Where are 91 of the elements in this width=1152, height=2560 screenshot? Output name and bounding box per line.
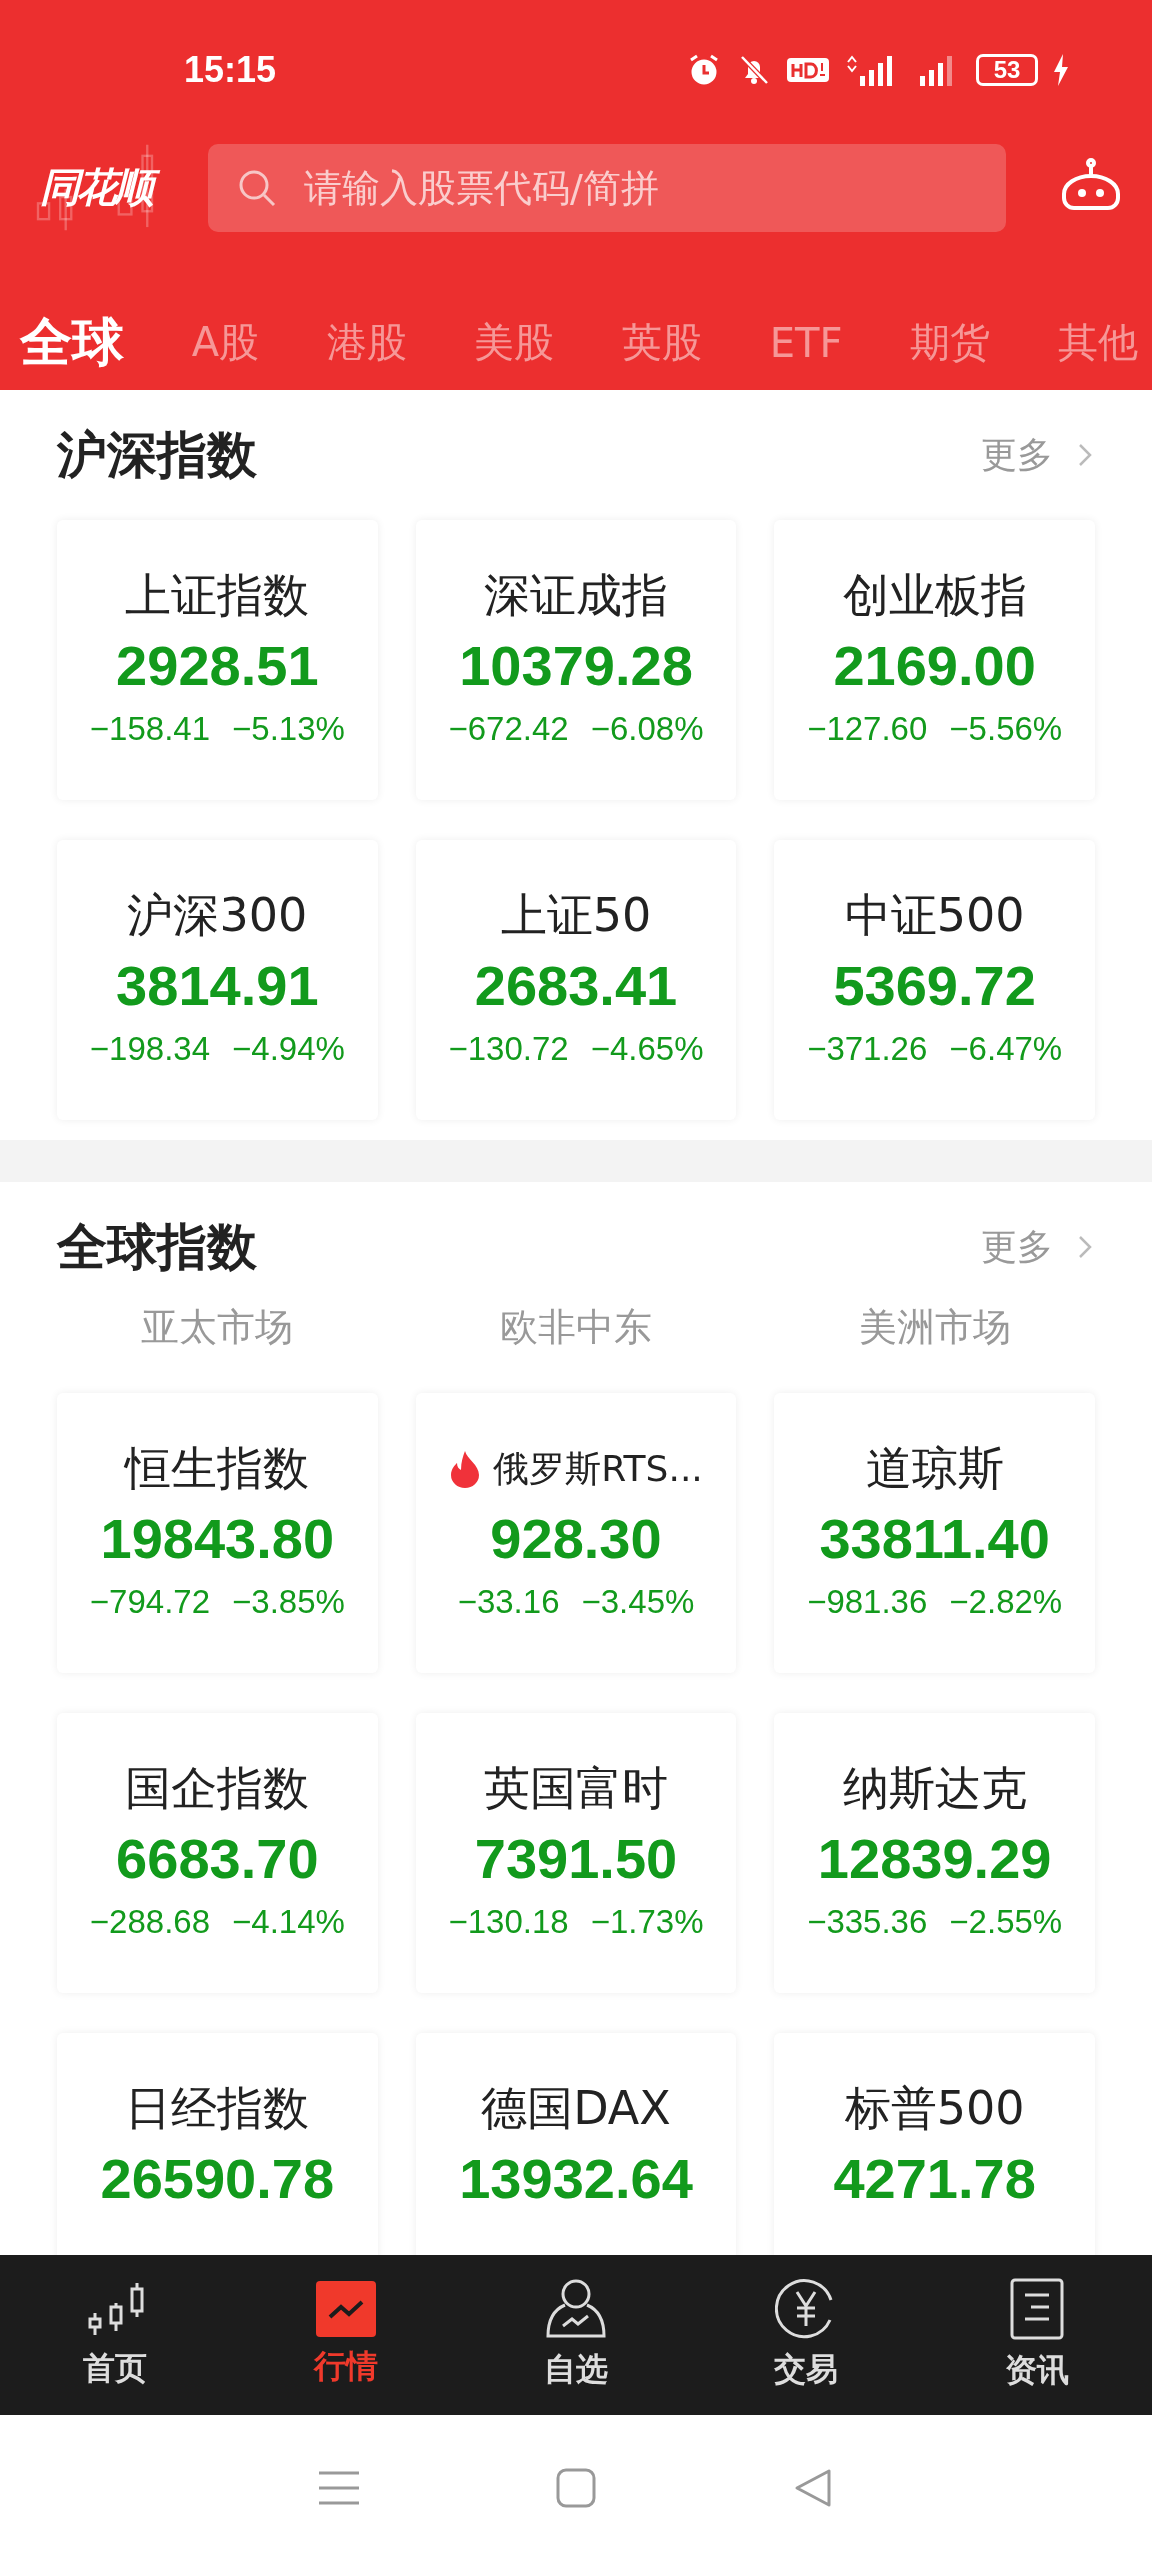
index-change-percent: −5.56% bbox=[949, 709, 1063, 749]
index-value: 26590.78 bbox=[100, 2146, 335, 2212]
index-change-percent: −6.08% bbox=[590, 709, 704, 749]
index-name: 标普500 bbox=[844, 2080, 1025, 2137]
index-name: 俄罗斯RTS... bbox=[493, 1446, 703, 1491]
index-card[interactable]: 恒生指数 19843.80 −794.72 −3.85% bbox=[57, 1393, 378, 1673]
index-change-percent: −3.85% bbox=[232, 1582, 345, 1622]
hd-icon bbox=[786, 55, 830, 85]
nav-tab[interactable]: 首页 bbox=[40, 2279, 191, 2391]
index-name: 深证成指 bbox=[484, 567, 668, 624]
index-value: 12839.29 bbox=[817, 1826, 1052, 1892]
index-value: 10379.28 bbox=[459, 633, 693, 699]
home-square-icon[interactable] bbox=[556, 2467, 596, 2508]
nav-tab[interactable]: 行情 bbox=[270, 2281, 421, 2389]
index-name: 道琼斯 bbox=[865, 1440, 1004, 1497]
index-change: −371.26 bbox=[807, 1029, 928, 1069]
region-label: 亚太市场 bbox=[140, 1304, 295, 1351]
index-value: 13932.64 bbox=[459, 2146, 693, 2212]
index-value: 33811.40 bbox=[819, 1506, 1050, 1572]
index-change: −198.34 bbox=[89, 1029, 210, 1069]
index-name: 沪深300 bbox=[127, 887, 308, 944]
index-card[interactable]: 英国富时 7391.50 −130.18 −1.73% bbox=[415, 1713, 737, 1993]
index-value: 2169.00 bbox=[833, 633, 1036, 699]
index-change: −127.60 bbox=[807, 709, 928, 749]
index-change-percent: −3.45% bbox=[581, 1582, 695, 1622]
index-name: 英国富时 bbox=[484, 1760, 668, 1817]
index-name: 上证指数 bbox=[125, 567, 310, 624]
index-value: 2928.51 bbox=[116, 633, 319, 699]
index-change-percent: −2.55% bbox=[949, 1902, 1063, 1942]
back-icon[interactable] bbox=[793, 2467, 834, 2508]
index-change: −794.72 bbox=[89, 1582, 210, 1622]
index-value: 5369.72 bbox=[833, 953, 1036, 1019]
market-tab[interactable]: 全球 bbox=[20, 307, 124, 378]
index-change: −335.36 bbox=[807, 1902, 928, 1942]
index-card[interactable]: 深证成指 10379.28 −672.42 −6.08% bbox=[415, 520, 737, 800]
index-change: −288.68 bbox=[89, 1902, 210, 1942]
nav-tab[interactable]: 资讯 bbox=[961, 2277, 1112, 2393]
document-icon bbox=[1008, 2277, 1065, 2341]
index-card[interactable]: 纳斯达克 12839.29 −335.36 −2.55% bbox=[774, 1713, 1095, 1993]
index-change: −158.41 bbox=[89, 709, 210, 749]
index-change: −130.72 bbox=[448, 1029, 569, 1069]
status-time: 15:15 bbox=[184, 49, 277, 91]
index-card[interactable]: 上证指数 2928.51 −158.41 −5.13% bbox=[57, 520, 378, 800]
index-change-percent: −6.47% bbox=[949, 1029, 1063, 1069]
index-value: 3814.91 bbox=[116, 953, 319, 1019]
index-card[interactable]: 沪深300 3814.91 −198.34 −4.94% bbox=[57, 840, 378, 1120]
index-name: 创业板指 bbox=[842, 567, 1027, 624]
index-change-percent: −4.14% bbox=[232, 1902, 345, 1942]
index-card[interactable]: 道琼斯 33811.40 −981.36 −2.82% bbox=[774, 1393, 1095, 1673]
charging-icon bbox=[1052, 53, 1070, 87]
index-card[interactable]: 德国DAX 13932.64 bbox=[415, 2033, 737, 2255]
index-change-percent: −4.94% bbox=[232, 1029, 345, 1069]
index-value: 2683.41 bbox=[474, 953, 678, 1019]
index-name: 上证50 bbox=[500, 887, 652, 944]
index-name: 纳斯达克 bbox=[842, 1760, 1027, 1817]
index-card[interactable]: 国企指数 6683.70 −288.68 −4.14% bbox=[57, 1713, 378, 1993]
index-card[interactable]: 日经指数 26590.78 bbox=[57, 2033, 378, 2255]
index-change: −672.42 bbox=[448, 709, 569, 749]
menu-icon[interactable] bbox=[318, 2469, 359, 2506]
index-name: 日经指数 bbox=[125, 2080, 310, 2137]
nav-tab[interactable]: 自选 bbox=[500, 2278, 651, 2392]
index-value: 928.30 bbox=[490, 1506, 662, 1572]
index-name: 德国DAX bbox=[481, 2080, 671, 2137]
index-change-percent: −1.73% bbox=[590, 1902, 704, 1942]
index-change: −130.18 bbox=[448, 1902, 569, 1942]
index-card[interactable]: 中证500 5369.72 −371.26 −6.47% bbox=[774, 840, 1095, 1120]
battery-indicator: 53 bbox=[976, 54, 1038, 86]
person-icon bbox=[544, 2278, 607, 2340]
index-change-percent: −2.82% bbox=[949, 1582, 1063, 1622]
index-name: 恒生指数 bbox=[125, 1440, 310, 1497]
index-card[interactable]: 标普500 4271.78 bbox=[774, 2033, 1095, 2255]
index-change: −981.36 bbox=[807, 1582, 928, 1622]
index-name: 中证500 bbox=[844, 887, 1025, 944]
region-label: 欧非中东 bbox=[499, 1304, 653, 1351]
index-value: 7391.50 bbox=[474, 1826, 678, 1892]
index-card[interactable]: 上证50 2683.41 −130.72 −4.65% bbox=[415, 840, 737, 1120]
index-change-percent: −4.65% bbox=[590, 1029, 704, 1069]
index-value: 19843.80 bbox=[100, 1506, 335, 1572]
app-logo: 同花顺 bbox=[0, 140, 190, 235]
region-label: 美洲市场 bbox=[857, 1304, 1012, 1351]
line-chart-icon bbox=[315, 2281, 376, 2337]
index-name: 国企指数 bbox=[125, 1760, 310, 1817]
index-card[interactable]: 俄罗斯RTS... 928.30 −33.16 −3.45% bbox=[415, 1393, 737, 1673]
index-change: −33.16 bbox=[457, 1582, 560, 1622]
section-title: 沪深指数 bbox=[57, 424, 257, 486]
nav-tab[interactable]: 交易 bbox=[731, 2278, 882, 2392]
index-change-percent: −5.13% bbox=[232, 709, 345, 749]
section-title: 全球指数 bbox=[57, 1216, 257, 1278]
index-value: 6683.70 bbox=[116, 1826, 319, 1892]
index-card[interactable]: 创业板指 2169.00 −127.60 −5.56% bbox=[774, 520, 1095, 800]
index-value: 4271.78 bbox=[833, 2146, 1036, 2212]
